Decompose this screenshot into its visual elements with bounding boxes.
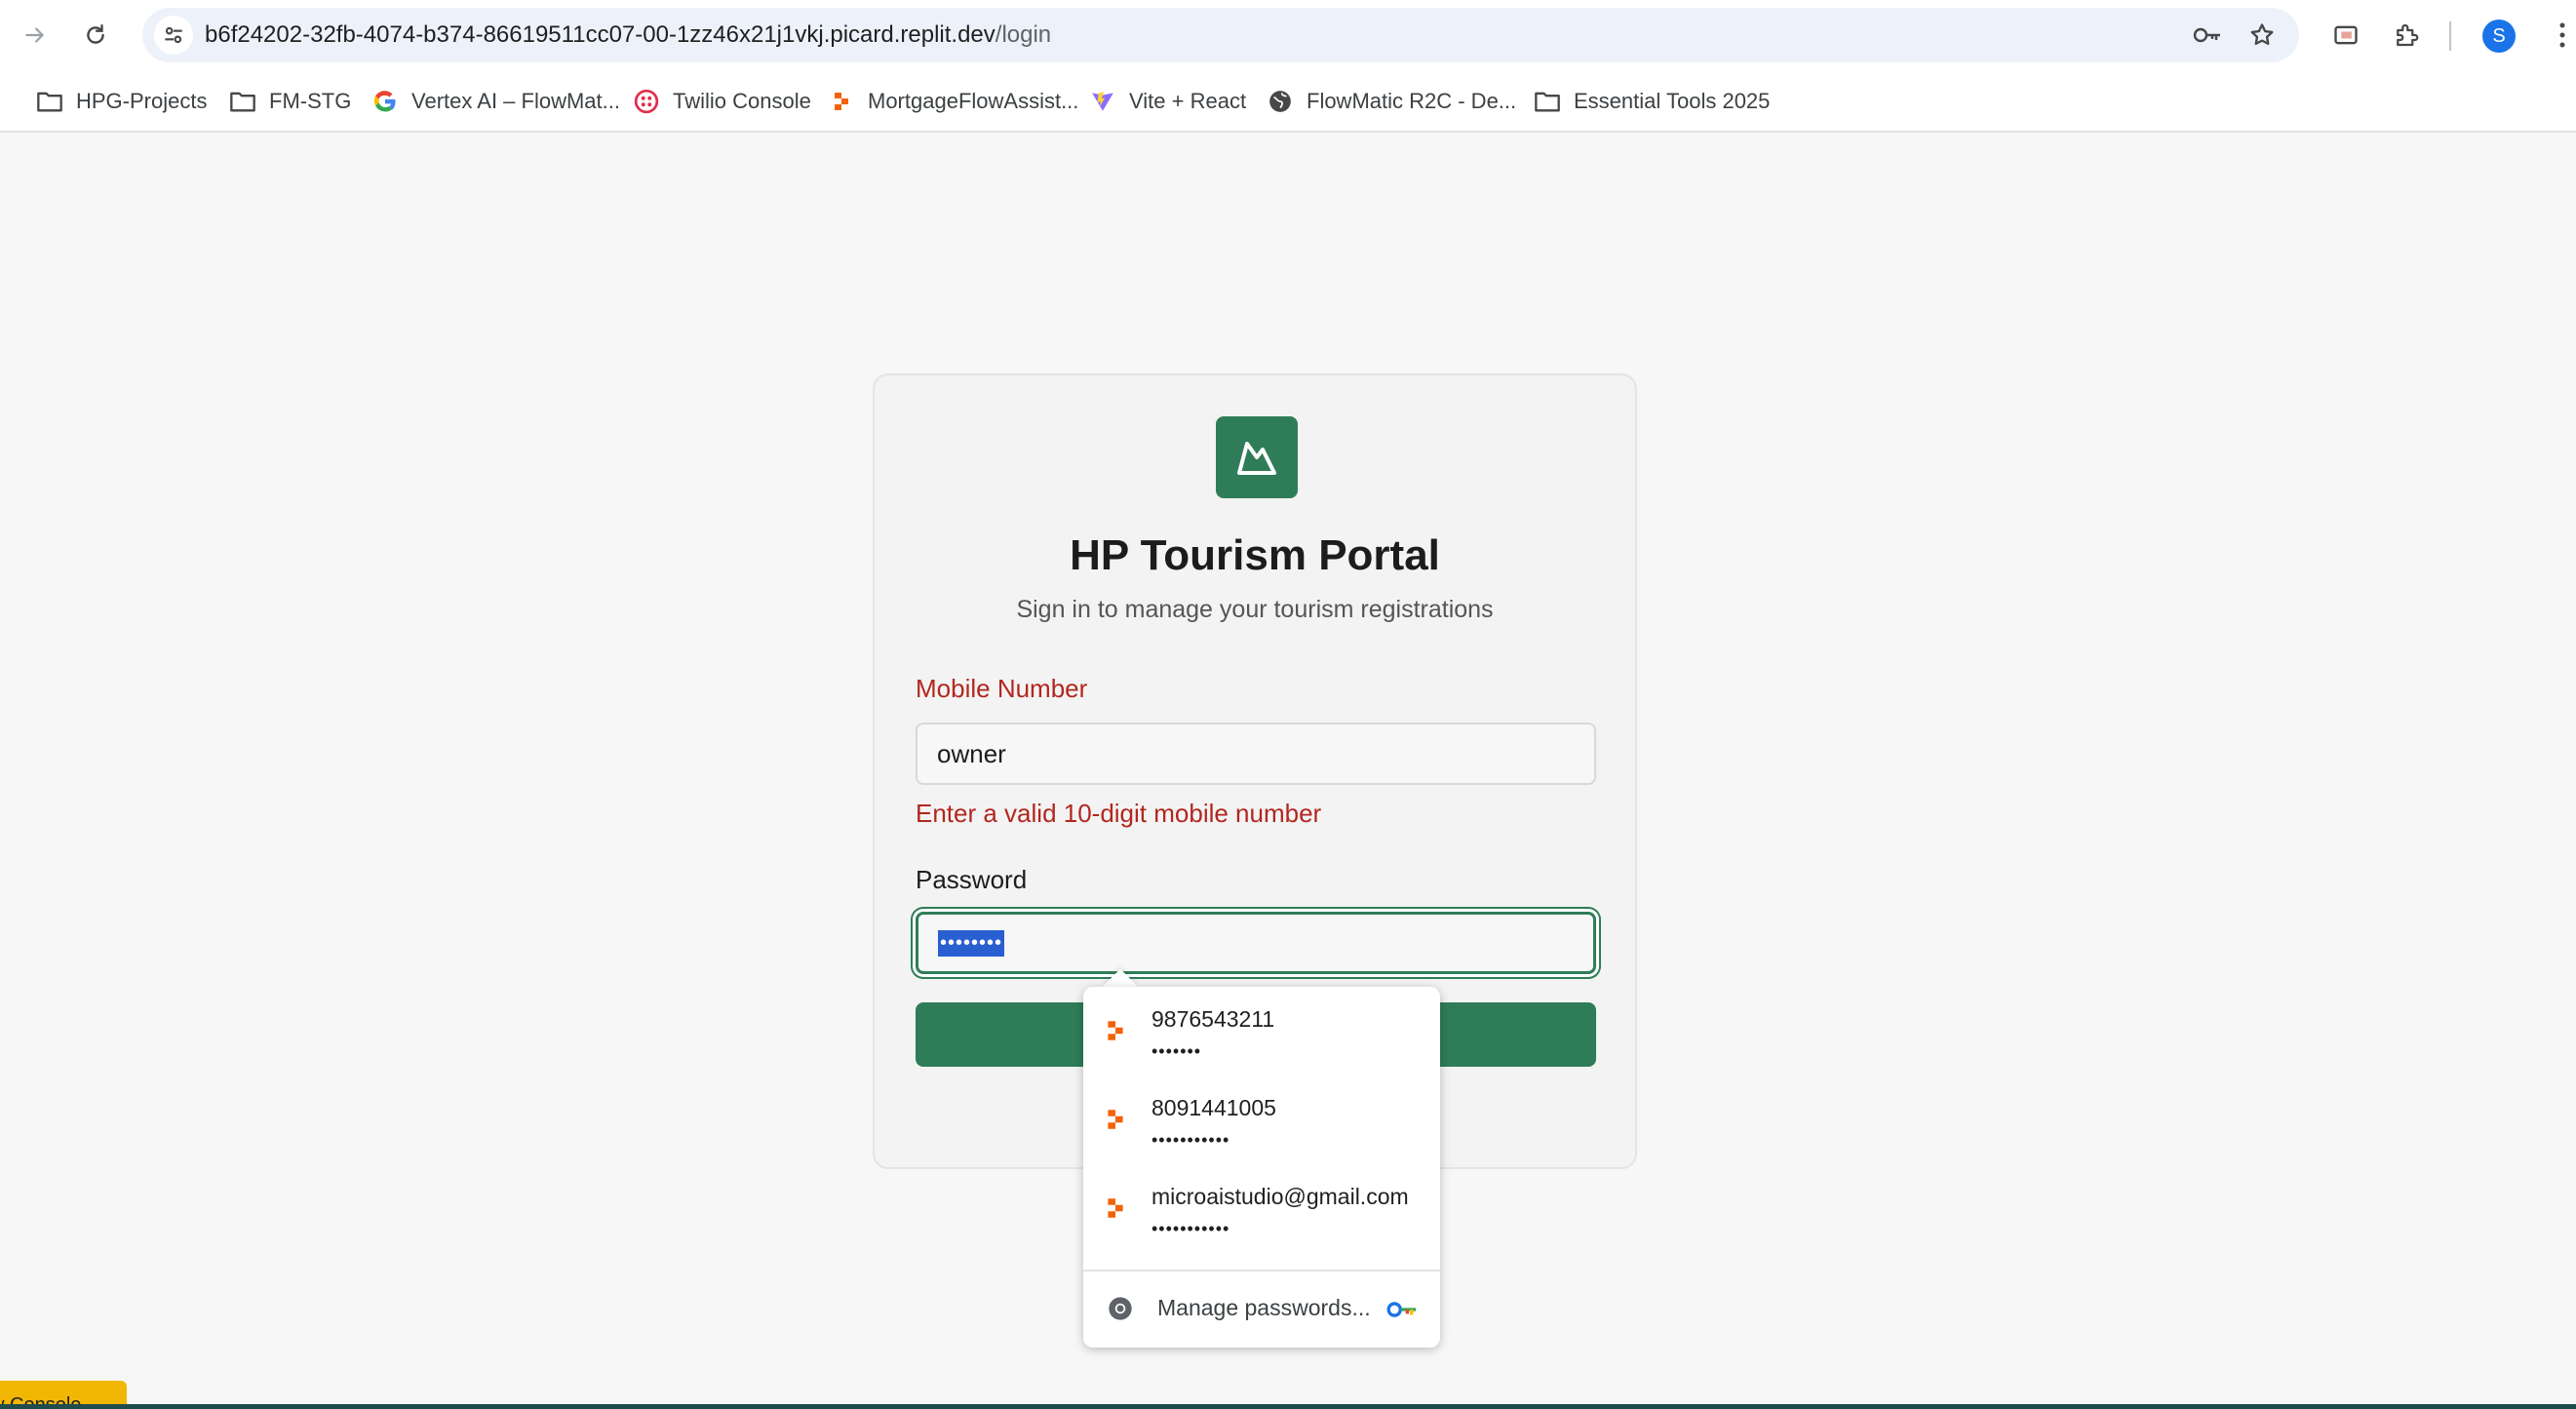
bookmark-label: FlowMatic R2C - De... xyxy=(1307,89,1517,113)
saved-password-item[interactable]: microaistudio@gmail.com ••••••••••• xyxy=(1083,1164,1440,1252)
saved-username: 9876543211 xyxy=(1151,1006,1275,1032)
address-bar[interactable]: b6f24202-32fb-4074-b374-86619511cc07-00-… xyxy=(142,8,2299,62)
mobile-number-error: Enter a valid 10-digit mobile number xyxy=(916,799,1322,828)
kebab-menu-icon xyxy=(2559,22,2565,48)
profile-initial: S xyxy=(2492,24,2506,47)
bookmarks-bar: HPG-Projects FM-STG Vertex AI – FlowMat.… xyxy=(0,70,2576,133)
puzzle-icon xyxy=(2397,23,2419,47)
mobile-number-label: Mobile Number xyxy=(916,674,1088,703)
portal-logo xyxy=(1216,416,1298,498)
reload-button[interactable] xyxy=(76,16,115,55)
bookmark-flowmatic-r2c[interactable]: FlowMatic R2C - De... xyxy=(1266,82,1516,121)
url-host: b6f24202-32fb-4074-b374-86619511cc07-00-… xyxy=(205,21,995,48)
saved-username: microaistudio@gmail.com xyxy=(1151,1184,1409,1209)
bookmark-essential-tools[interactable]: Essential Tools 2025 xyxy=(1533,82,1770,121)
profile-avatar[interactable]: S xyxy=(2482,20,2516,53)
arrow-right-icon xyxy=(25,27,45,43)
page-title: HP Tourism Portal xyxy=(1070,531,1440,579)
bookmark-label: FM-STG xyxy=(269,89,352,113)
saved-password-mask: ••••••••••• xyxy=(1151,1219,1230,1238)
folder-icon xyxy=(35,87,64,116)
password-suggestions-popup: 9876543211 ••••••• 8091441005 ••••••••••… xyxy=(1083,987,1440,1348)
bookmark-vertex-ai[interactable]: Vertex AI – FlowMat... xyxy=(371,82,620,121)
cast-button[interactable] xyxy=(2326,16,2365,55)
bookmark-hpg-projects[interactable]: HPG-Projects xyxy=(35,82,207,121)
forward-button[interactable] xyxy=(16,16,55,55)
mobile-number-value: owner xyxy=(937,738,1006,768)
saved-password-mask: ••••••••••• xyxy=(1151,1130,1230,1150)
cast-icon xyxy=(2334,25,2358,45)
saved-username: 8091441005 xyxy=(1151,1095,1276,1120)
bookmark-twilio-console[interactable]: Twilio Console xyxy=(632,82,811,121)
url-text[interactable]: b6f24202-32fb-4074-b374-86619511cc07-00-… xyxy=(205,21,1051,49)
browser-menu-button[interactable] xyxy=(2543,16,2576,55)
bookmark-mortgageflowassist[interactable]: MortgageFlowAssist... xyxy=(827,82,1078,121)
saved-password-item[interactable]: 9876543211 ••••••• xyxy=(1083,987,1440,1075)
globe-icon xyxy=(1266,87,1295,116)
password-key-button[interactable] xyxy=(2188,16,2227,55)
replit-icon xyxy=(1108,1198,1123,1218)
replit-icon xyxy=(1108,1021,1123,1040)
password-value: •••••••• xyxy=(938,929,1005,957)
bookmark-label: Vertex AI – FlowMat... xyxy=(411,89,620,113)
folder-icon xyxy=(1533,87,1562,116)
site-info-button[interactable] xyxy=(154,16,193,55)
url-path: /login xyxy=(995,21,1052,48)
replit-icon xyxy=(827,87,856,116)
bookmark-label: MortgageFlowAssist... xyxy=(868,89,1079,113)
bookmark-label: Twilio Console xyxy=(673,89,811,113)
twilio-icon xyxy=(632,87,661,116)
saved-password-mask: ••••••• xyxy=(1151,1041,1202,1061)
tune-icon xyxy=(165,26,182,44)
bottom-border xyxy=(0,1404,2576,1409)
folder-icon xyxy=(228,87,257,116)
star-icon xyxy=(2250,23,2274,46)
reload-icon xyxy=(87,24,104,44)
bookmark-label: Essential Tools 2025 xyxy=(1574,89,1771,113)
key-icon xyxy=(2193,27,2220,43)
replit-icon xyxy=(1108,1110,1123,1129)
vite-icon xyxy=(1088,87,1117,116)
manage-passwords-label: Manage passwords... xyxy=(1157,1295,1371,1320)
extensions-button[interactable] xyxy=(2387,16,2426,55)
password-input[interactable]: •••••••• xyxy=(916,912,1596,974)
browser-toolbar: b6f24202-32fb-4074-b374-86619511cc07-00-… xyxy=(0,0,2576,70)
bookmark-label: Vite + React xyxy=(1129,89,1247,113)
bookmark-label: HPG-Projects xyxy=(76,89,208,113)
popup-divider xyxy=(1083,1270,1440,1272)
chrome-icon xyxy=(1109,1297,1132,1320)
page-subtitle: Sign in to manage your tourism registrat… xyxy=(1016,596,1494,623)
saved-password-item[interactable]: 8091441005 ••••••••••• xyxy=(1083,1076,1440,1163)
bookmark-fm-stg[interactable]: FM-STG xyxy=(228,82,351,121)
password-label: Password xyxy=(916,865,1028,894)
toolbar-divider xyxy=(2449,21,2451,51)
manage-passwords-item[interactable]: Manage passwords... xyxy=(1083,1273,1440,1342)
bookmark-star-button[interactable] xyxy=(2243,16,2282,55)
google-icon xyxy=(371,87,400,116)
mountain-icon xyxy=(1237,442,1276,475)
bookmark-vite-react[interactable]: Vite + React xyxy=(1088,82,1246,121)
mobile-number-input[interactable]: owner xyxy=(916,723,1596,785)
password-key-icon xyxy=(1386,1302,1417,1317)
